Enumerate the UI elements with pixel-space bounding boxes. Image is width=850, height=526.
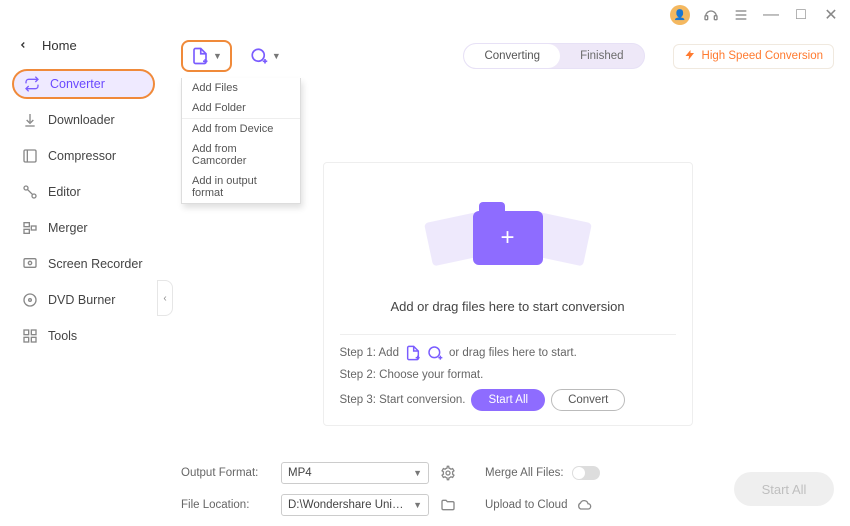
tab-converting[interactable]: Converting bbox=[464, 44, 560, 68]
sidebar-item-label: DVD Burner bbox=[48, 293, 115, 307]
sidebar-item-compressor[interactable]: Compressor bbox=[12, 141, 155, 171]
menu-add-from-device[interactable]: Add from Device bbox=[182, 119, 300, 139]
file-location-label: File Location: bbox=[181, 499, 271, 511]
upload-cloud-label: Upload to Cloud bbox=[485, 499, 567, 511]
add-files-menu: Add Files Add Folder Add from Device Add… bbox=[181, 78, 301, 204]
output-format-label: Output Format: bbox=[181, 467, 271, 479]
high-speed-button[interactable]: High Speed Conversion bbox=[673, 44, 834, 69]
menu-add-from-camcorder[interactable]: Add from Camcorder bbox=[182, 139, 300, 171]
output-format-select[interactable]: MP4▼ bbox=[281, 462, 429, 484]
lightning-icon bbox=[684, 49, 696, 64]
recorder-icon bbox=[22, 256, 38, 272]
add-file-icon bbox=[191, 47, 209, 65]
high-speed-label: High Speed Conversion bbox=[702, 50, 823, 62]
open-folder-icon[interactable] bbox=[439, 496, 457, 514]
sidebar-item-label: Compressor bbox=[48, 149, 116, 163]
download-icon bbox=[22, 112, 38, 128]
compressor-icon bbox=[22, 148, 38, 164]
home-label: Home bbox=[42, 38, 77, 53]
merger-icon bbox=[22, 220, 38, 236]
caret-down-icon: ▼ bbox=[413, 468, 422, 478]
editor-icon bbox=[22, 184, 38, 200]
caret-down-icon: ▼ bbox=[413, 500, 422, 510]
drop-message: Add or drag files here to start conversi… bbox=[340, 299, 676, 314]
user-avatar[interactable]: 👤 bbox=[670, 5, 690, 25]
sidebar-item-label: Merger bbox=[48, 221, 88, 235]
sidebar-item-merger[interactable]: Merger bbox=[12, 213, 155, 243]
file-location-select[interactable]: D:\Wondershare UniConverter 1▼ bbox=[281, 494, 429, 516]
start-all-footer-button[interactable]: Start All bbox=[734, 472, 834, 506]
dvd-icon bbox=[22, 292, 38, 308]
sidebar-item-tools[interactable]: Tools bbox=[12, 321, 155, 351]
convert-button[interactable]: Convert bbox=[551, 389, 625, 411]
sidebar-item-label: Downloader bbox=[48, 113, 115, 127]
sidebar-item-label: Screen Recorder bbox=[48, 257, 143, 271]
add-url-dropdown[interactable]: ▼ bbox=[242, 42, 289, 70]
menu-add-folder[interactable]: Add Folder bbox=[182, 98, 300, 118]
step2-text: Step 2: Choose your format. bbox=[340, 369, 484, 381]
step1-text-b: or drag files here to start. bbox=[449, 347, 577, 359]
menu-icon[interactable] bbox=[732, 6, 750, 24]
sidebar-item-dvd-burner[interactable]: DVD Burner bbox=[12, 285, 155, 315]
caret-down-icon: ▼ bbox=[272, 51, 281, 61]
sidebar-item-label: Editor bbox=[48, 185, 81, 199]
close-button[interactable]: ✕ bbox=[822, 6, 840, 24]
add-files-dropdown[interactable]: ▼ bbox=[181, 40, 232, 72]
merge-files-label: Merge All Files: bbox=[485, 467, 564, 479]
add-disc-icon[interactable] bbox=[427, 345, 443, 361]
add-disc-icon bbox=[250, 47, 268, 65]
step3-text: Step 3: Start conversion. bbox=[340, 394, 466, 406]
home-back[interactable]: Home bbox=[12, 36, 155, 61]
add-file-icon[interactable] bbox=[405, 345, 421, 361]
merge-files-toggle[interactable] bbox=[572, 466, 600, 480]
tab-finished[interactable]: Finished bbox=[560, 44, 643, 68]
chevron-left-icon bbox=[18, 38, 28, 53]
cloud-icon[interactable] bbox=[575, 496, 593, 514]
sidebar-item-editor[interactable]: Editor bbox=[12, 177, 155, 207]
maximize-button[interactable]: □ bbox=[792, 6, 810, 24]
support-icon[interactable] bbox=[702, 6, 720, 24]
caret-down-icon: ▼ bbox=[213, 51, 222, 61]
start-all-button[interactable]: Start All bbox=[471, 389, 545, 411]
folder-plus-icon: + bbox=[473, 211, 543, 265]
minimize-button[interactable]: — bbox=[762, 6, 780, 24]
converter-icon bbox=[24, 76, 40, 92]
step1-text-a: Step 1: Add bbox=[340, 347, 399, 359]
sidebar-item-screen-recorder[interactable]: Screen Recorder bbox=[12, 249, 155, 279]
sidebar-item-converter[interactable]: Converter bbox=[12, 69, 155, 99]
drop-area[interactable]: + Add or drag files here to start conver… bbox=[323, 162, 693, 426]
drop-illustration: + bbox=[340, 183, 676, 293]
menu-add-files[interactable]: Add Files bbox=[182, 78, 300, 98]
menu-add-in-output-format[interactable]: Add in output format bbox=[182, 171, 300, 203]
sidebar-item-label: Converter bbox=[50, 77, 105, 91]
output-settings-icon[interactable] bbox=[439, 464, 457, 482]
sidebar-item-downloader[interactable]: Downloader bbox=[12, 105, 155, 135]
tools-icon bbox=[22, 328, 38, 344]
sidebar-item-label: Tools bbox=[48, 329, 77, 343]
